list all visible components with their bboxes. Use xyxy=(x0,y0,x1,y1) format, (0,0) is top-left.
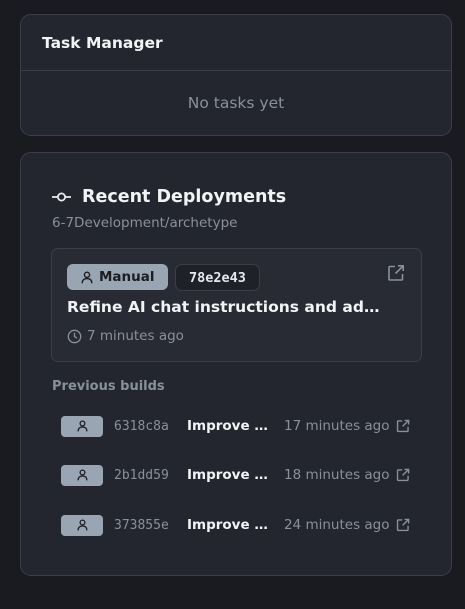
page: Task Manager No tasks yet Recent Deploym… xyxy=(0,0,465,609)
build-time: 17 minutes ago xyxy=(284,418,390,434)
previous-builds-label: Previous builds xyxy=(52,379,165,394)
trigger-badge: Manual xyxy=(67,264,168,290)
manual-trigger-badge xyxy=(61,514,103,536)
external-link-icon[interactable] xyxy=(396,468,410,482)
repository-name: 6-7Development/archetype xyxy=(52,215,238,231)
latest-deployment-card: Manual 78e2e43 Refine AI chat instructio… xyxy=(51,248,422,362)
deployments-header: Recent Deployments xyxy=(52,187,286,207)
trigger-label: Manual xyxy=(99,269,155,285)
build-hash: 6318c8a xyxy=(114,418,169,434)
external-link-icon[interactable] xyxy=(387,264,405,282)
build-hash: 373855e xyxy=(114,517,169,533)
manual-trigger-badge xyxy=(61,464,103,486)
build-time: 24 minutes ago xyxy=(284,517,390,533)
user-icon xyxy=(81,271,93,284)
build-time: 18 minutes ago xyxy=(284,467,390,483)
build-row[interactable]: 6318c8a Improve A... 17 minutes ago xyxy=(61,415,413,437)
deployments-title: Recent Deployments xyxy=(82,187,287,207)
build-hash: 2b1dd59 xyxy=(114,467,169,483)
latest-deploy-time: 7 minutes ago xyxy=(67,328,184,344)
user-icon xyxy=(76,469,88,481)
latest-time-text: 7 minutes ago xyxy=(87,328,184,344)
build-message: Improve c... xyxy=(187,467,273,483)
manual-trigger-badge xyxy=(61,415,103,437)
commit-hash-badge[interactable]: 78e2e43 xyxy=(175,264,260,291)
external-link-icon[interactable] xyxy=(396,518,410,532)
build-message: Improve A... xyxy=(187,418,273,434)
build-row[interactable]: 2b1dd59 Improve c... 18 minutes ago xyxy=(61,464,413,486)
task-manager-title: Task Manager xyxy=(21,15,451,71)
recent-deployments-panel: Recent Deployments 6-7Development/archet… xyxy=(20,152,452,576)
clock-icon xyxy=(67,329,82,344)
task-manager-panel: Task Manager No tasks yet xyxy=(20,14,452,136)
empty-state-text: No tasks yet xyxy=(187,94,285,112)
build-message: Improve M... xyxy=(187,517,273,533)
git-commit-icon xyxy=(52,190,71,204)
user-icon xyxy=(76,519,88,531)
user-icon xyxy=(76,420,88,432)
external-link-icon[interactable] xyxy=(396,419,410,433)
build-row[interactable]: 373855e Improve M... 24 minutes ago xyxy=(61,514,413,536)
latest-commit-message: Refine AI chat instructions and add t... xyxy=(67,298,387,316)
